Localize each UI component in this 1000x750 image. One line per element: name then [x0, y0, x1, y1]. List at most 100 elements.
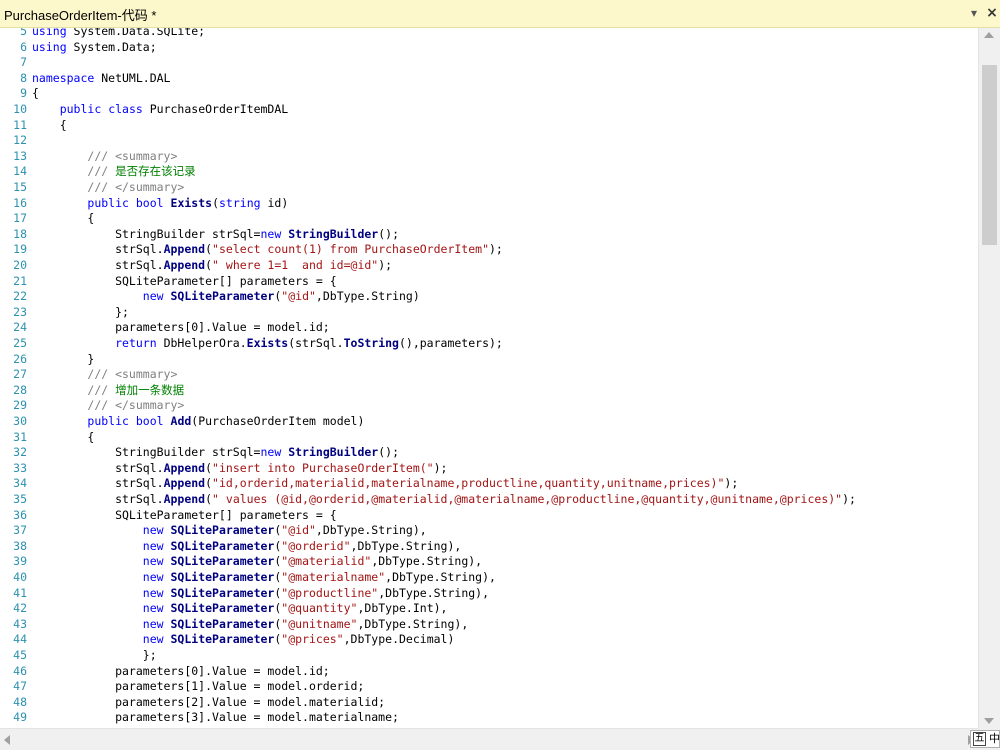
code-line[interactable]: 28 /// 增加一条数据: [0, 383, 978, 399]
code-line[interactable]: 45 };: [0, 648, 978, 664]
code-token: return: [115, 336, 157, 350]
code-line[interactable]: 6 using System.Data;: [0, 40, 978, 56]
code-line[interactable]: 18 StringBuilder strSql=new StringBuilde…: [0, 227, 978, 243]
scroll-left-arrow-icon[interactable]: [4, 735, 10, 745]
code-token: new: [142, 585, 164, 600]
code-line[interactable]: 12: [0, 133, 978, 149]
code-token: StringBuilder: [288, 226, 379, 241]
code-line[interactable]: 29 /// </summary>: [0, 398, 978, 414]
horizontal-scrollbar[interactable]: [0, 728, 978, 750]
code-line[interactable]: 21 SQLiteParameter[] parameters = {: [0, 274, 978, 290]
line-number: 27: [13, 367, 27, 382]
code-line[interactable]: 8 namespace NetUML.DAL: [0, 71, 978, 87]
code-token: new: [142, 554, 164, 569]
code-token: "@productline": [281, 585, 379, 600]
line-number: 18: [13, 226, 27, 241]
code-line[interactable]: 5 using System.Data.SQLite;: [0, 28, 978, 40]
close-icon[interactable]: ×: [984, 4, 1000, 22]
code-line[interactable]: 35 strSql.Append(" values (@id,@orderid,…: [0, 492, 978, 508]
line-number: 46: [13, 663, 27, 678]
code-line[interactable]: 37 new SQLiteParameter("@id",DbType.Stri…: [0, 523, 978, 539]
code-token: string: [219, 195, 261, 210]
code-line[interactable]: 41 new SQLiteParameter("@productline",Db…: [0, 586, 978, 602]
code-line[interactable]: 16 public bool Exists(string id): [0, 196, 978, 212]
code-line[interactable]: 19 strSql.Append("select count(1) from P…: [0, 242, 978, 258]
code-line[interactable]: 17 {: [0, 211, 978, 227]
code-line[interactable]: 25 return DbHelperOra.Exists(strSql.ToSt…: [0, 336, 978, 352]
scroll-up-arrow-icon[interactable]: [984, 32, 994, 38]
code-line[interactable]: 26 }: [0, 352, 978, 368]
code-token: ,DbType.String): [315, 289, 420, 304]
code-token: ///: [87, 164, 116, 179]
code-token: (PurchaseOrderItem model): [191, 414, 365, 428]
ime-indicator[interactable]: 五 中: [970, 730, 1000, 748]
code-line[interactable]: 10 public class PurchaseOrderItemDAL: [0, 102, 978, 118]
code-token: PurchaseOrderItemDAL: [142, 102, 289, 116]
vertical-scroll-thumb[interactable]: [982, 65, 997, 245]
code-line[interactable]: 44 new SQLiteParameter("@prices",DbType.…: [0, 632, 978, 648]
code-token: 增加一条数据: [115, 382, 185, 397]
code-line[interactable]: 15 /// </summary>: [0, 180, 978, 196]
code-token: Append: [163, 242, 206, 257]
code-line[interactable]: 49 parameters[3].Value = model.materialn…: [0, 710, 978, 726]
code-line[interactable]: 42 new SQLiteParameter("@quantity",DbTyp…: [0, 601, 978, 617]
code-token: SQLiteParameter: [170, 632, 275, 647]
code-line[interactable]: 9{: [0, 86, 978, 102]
code-token: SQLiteParameter: [170, 554, 275, 569]
vertical-scrollbar[interactable]: [978, 28, 1000, 728]
code-text: parameters[3].Value = model.materialname…: [32, 710, 399, 726]
code-line[interactable]: 43 new SQLiteParameter("@unitname",DbTyp…: [0, 617, 978, 633]
code-line[interactable]: 14 /// 是否存在该记录: [0, 164, 978, 180]
code-line[interactable]: 34 strSql.Append("id,orderid,materialid,…: [0, 476, 978, 492]
code-token: }: [32, 351, 95, 366]
code-token: "@unitname": [281, 616, 358, 631]
code-line[interactable]: 22 new SQLiteParameter("@id",DbType.Stri…: [0, 289, 978, 305]
code-line[interactable]: 31 {: [0, 430, 978, 446]
code-token: System.Data.SQLite;: [66, 28, 206, 38]
code-line[interactable]: 23 };: [0, 305, 978, 321]
code-editor[interactable]: 5 using System.Data.SQLite; 6 using System.…: [0, 28, 978, 728]
code-token: new: [260, 226, 282, 241]
line-number: 34: [13, 476, 27, 491]
code-line[interactable]: 33 strSql.Append("insert into PurchaseOr…: [0, 461, 978, 477]
code-line[interactable]: 46 parameters[0].Value = model.id;: [0, 664, 978, 680]
code-line[interactable]: 48 parameters[2].Value = model.materiali…: [0, 695, 978, 711]
code-line[interactable]: 30 public bool Add(PurchaseOrderItem mod…: [0, 414, 978, 430]
scroll-down-arrow-icon[interactable]: [984, 718, 994, 724]
line-number: 20: [13, 258, 27, 272]
code-line[interactable]: 39 new SQLiteParameter("@materialid",DbT…: [0, 554, 978, 570]
code-text: new SQLiteParameter("@materialid",DbType…: [32, 554, 482, 570]
code-token: );: [378, 258, 393, 272]
code-line[interactable]: 11 {: [0, 118, 978, 134]
code-line[interactable]: 36 SQLiteParameter[] parameters = {: [0, 508, 978, 524]
code-text: parameters[2].Value = model.materialid;: [32, 695, 385, 711]
code-text: parameters[0].Value = model.id;: [32, 320, 330, 336]
code-line[interactable]: 32 StringBuilder strSql=new StringBuilde…: [0, 445, 978, 461]
chevron-down-icon[interactable]: ▾: [966, 4, 982, 22]
code-line[interactable]: 7: [0, 55, 978, 71]
code-text: /// 是否存在该记录: [32, 164, 195, 180]
code-line[interactable]: 27 /// <summary>: [0, 367, 978, 383]
code-line[interactable]: 40 new SQLiteParameter("@materialname",D…: [0, 570, 978, 586]
code-token: /// </summary>: [87, 398, 185, 413]
code-line[interactable]: 47 parameters[1].Value = model.orderid;: [0, 679, 978, 695]
code-line[interactable]: 24 parameters[0].Value = model.id;: [0, 320, 978, 336]
code-line[interactable]: 20 strSql.Append(" where 1=1 and id=@id"…: [0, 258, 978, 274]
code-token: "insert into PurchaseOrderItem(": [212, 460, 434, 475]
line-number: 37: [13, 523, 27, 538]
code-token: parameters[0].Value = model.id;: [32, 663, 330, 678]
code-token: StringBuilder: [288, 445, 379, 460]
line-number: 23: [13, 304, 27, 319]
code-token: Append: [163, 476, 206, 491]
code-line[interactable]: 13 /// <summary>: [0, 149, 978, 165]
code-line[interactable]: 38 new SQLiteParameter("@orderid",DbType…: [0, 539, 978, 555]
line-number: 40: [13, 570, 27, 584]
